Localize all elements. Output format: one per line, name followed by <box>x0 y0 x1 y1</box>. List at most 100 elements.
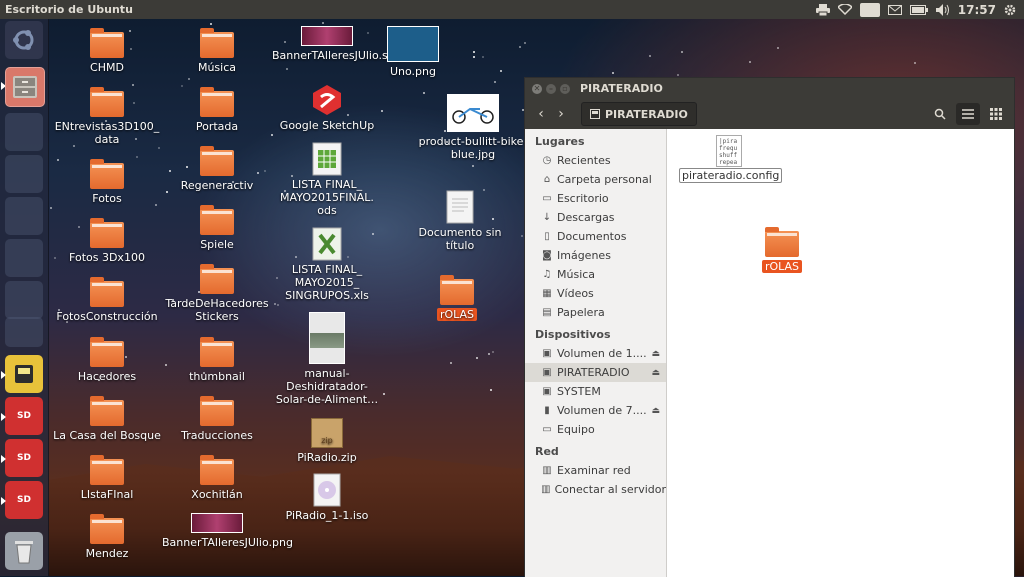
file-cabinet-icon <box>13 76 37 98</box>
desktop-image-file[interactable]: BannerTAlleresJUlio.png <box>162 513 293 549</box>
toolbar-right-group <box>928 103 1008 125</box>
sidebar-item-system[interactable]: ▣ SYSTEM <box>525 382 666 401</box>
desktop-icon-label: LISTA FINAL_ MAYO2015FINAL. ods <box>280 178 374 217</box>
launcher-app-faded-5[interactable] <box>5 281 43 319</box>
trash-icon: ▤ <box>542 307 552 318</box>
computer-icon: ▭ <box>542 424 552 435</box>
sketchup-icon <box>313 85 341 115</box>
desktop-folder[interactable]: Mendez <box>52 514 162 560</box>
desktop-folder[interactable]: CHMD <box>52 28 162 74</box>
window-titlebar[interactable]: ✕ – ▫ PIRATERADIO <box>525 78 1014 99</box>
eject-icon[interactable]: ⏏ <box>651 368 660 378</box>
eject-icon[interactable]: ⏏ <box>651 349 660 359</box>
banner-thumbnail-icon <box>191 513 243 533</box>
search-button[interactable] <box>928 103 952 125</box>
desktop-icon-label: Regeneractiv <box>180 179 254 192</box>
sd-card-launcher-button-3[interactable]: SD <box>5 481 43 519</box>
launcher-app-faded-4[interactable] <box>5 239 43 277</box>
printer-icon[interactable] <box>816 3 831 16</box>
running-indicator <box>1 497 6 505</box>
desktop-folder[interactable]: La Casa del Bosque <box>52 396 162 442</box>
mail-icon[interactable] <box>887 4 902 15</box>
desktop-folder[interactable]: rOLAS <box>402 275 512 321</box>
maximize-icon[interactable]: ▫ <box>560 83 570 94</box>
star <box>748 61 751 64</box>
sidebar-item-escritorio[interactable]: ▭ Escritorio <box>525 189 666 208</box>
sidebar-item-imagenes[interactable]: ◙ Imágenes <box>525 246 666 265</box>
ubuntu-dash-button[interactable] <box>5 21 43 59</box>
sd-card-launcher-button-2[interactable]: SD <box>5 439 43 477</box>
desktop-folder[interactable]: Traducciones <box>162 396 272 442</box>
desktop-folder[interactable]: Xochitlán <box>162 455 272 501</box>
file-manager-window: ✕ – ▫ PIRATERADIO ‹ › PIRATERADIO Lugare… <box>524 77 1015 577</box>
sidebar-item-carpeta-personal[interactable]: ⌂ Carpeta personal <box>525 170 666 189</box>
keyboard-layout-indicator[interactable]: Es <box>860 2 880 17</box>
sidebar-item-equipo[interactable]: ▭ Equipo <box>525 420 666 439</box>
sidebar-item-videos[interactable]: ▦ Vídeos <box>525 284 666 303</box>
desktop-folder[interactable]: Música <box>162 28 272 74</box>
file-item[interactable]: |pira frequ shuff repea pirateradio.conf… <box>679 135 783 183</box>
sidebar-item-volume-7[interactable]: ▮ Volumen de 7.... ⏏ <box>525 401 666 420</box>
desktop-spreadsheet-file[interactable]: LISTA FINAL_ MAYO2015FINAL. ods <box>272 142 382 217</box>
file-view[interactable]: |pira frequ shuff repea pirateradio.conf… <box>667 129 1014 577</box>
folder-icon <box>90 87 124 117</box>
desktop-spreadsheet-file[interactable]: LISTA FINAL_ MAYO2015_ SINGRUPOS.xls <box>272 227 382 302</box>
sidebar-item-recientes[interactable]: ◷ Recientes <box>525 151 666 170</box>
sidebar-item-papelera[interactable]: ▤ Papelera <box>525 303 666 322</box>
video-icon: ▦ <box>542 288 552 299</box>
desktop-folder[interactable]: thumbnail <box>162 337 272 383</box>
desktop-folder[interactable]: LIstaFInal <box>52 455 162 501</box>
wifi-icon[interactable] <box>838 4 853 15</box>
path-bar-button[interactable]: PIRATERADIO <box>581 102 697 126</box>
desktop-folder[interactable]: Fotos <box>52 159 162 205</box>
list-view-button[interactable] <box>956 103 980 125</box>
desktop-folder[interactable]: ENtrevistas3D100_ data <box>52 87 162 146</box>
desktop-folder[interactable]: Regeneractiv <box>162 146 272 192</box>
file-name: pirateradio.config <box>679 168 783 183</box>
desktop-image-file[interactable]: product-bullitt-bike-blue.jpg <box>418 94 528 161</box>
volume-icon[interactable] <box>935 3 950 16</box>
desktop-folder[interactable]: Fotos 3Dx100 <box>52 218 162 264</box>
sd-card-launcher-button-1[interactable]: SD <box>5 397 43 435</box>
close-icon[interactable]: ✕ <box>532 83 542 94</box>
desktop-folder[interactable]: Hacedores <box>52 337 162 383</box>
desktop-icon-label: Fotos 3Dx100 <box>69 251 145 264</box>
sidebar-item-pirateradio[interactable]: ▣ PIRATERADIO ⏏ <box>525 363 666 382</box>
sidebar-item-label: SYSTEM <box>557 385 601 398</box>
clock[interactable]: 17:57 <box>958 3 996 17</box>
desktop-document-file[interactable]: manual-Deshidratador-Solar-de-Aliment… <box>272 312 382 406</box>
desktop-folder[interactable]: Spiele <box>162 205 272 251</box>
launcher-app-faded-6[interactable] <box>5 317 43 347</box>
desktop-folder[interactable]: Portada <box>162 87 272 133</box>
grid-view-button[interactable] <box>984 103 1008 125</box>
forward-button[interactable]: › <box>551 103 571 125</box>
sidebar-item-volume-1[interactable]: ▣ Volumen de 1.... ⏏ <box>525 344 666 363</box>
files-launcher-button[interactable] <box>5 67 45 107</box>
desktop-folder[interactable]: FotosConstrucción <box>52 277 162 323</box>
desktop-archive-file[interactable]: zip PiRadio.zip <box>272 418 382 464</box>
launcher-app-faded-3[interactable] <box>5 197 43 235</box>
back-button[interactable]: ‹ <box>531 103 551 125</box>
file-name: rOLAS <box>761 260 803 273</box>
trash-launcher-button[interactable] <box>5 532 43 570</box>
minimize-icon[interactable]: – <box>546 83 556 94</box>
launcher-app-faded-2[interactable] <box>5 155 43 193</box>
excel-icon <box>312 227 342 261</box>
desktop-disc-image-file[interactable]: PiRadio_1-1.iso <box>272 473 382 522</box>
sidebar-item-descargas[interactable]: ↓ Descargas <box>525 208 666 227</box>
removable-drive-launcher-button[interactable] <box>5 355 43 393</box>
desktop-folder[interactable]: TardeDeHacedores Stickers <box>162 264 272 323</box>
sidebar-item-examinar-red[interactable]: ▥ Examinar red <box>525 461 666 480</box>
sidebar-item-conectar-servidor[interactable]: ▥ Conectar al servidor <box>525 480 666 499</box>
launcher-app-faded-1[interactable] <box>5 113 43 151</box>
desktop-document-file[interactable]: Documento sin título <box>405 190 515 252</box>
desktop-launcher-file[interactable]: Google SketchUp <box>272 83 382 132</box>
gear-icon[interactable] <box>1004 4 1016 16</box>
battery-icon[interactable] <box>909 4 928 15</box>
desktop-image-file[interactable]: Uno.png <box>358 26 468 78</box>
eject-icon[interactable]: ⏏ <box>651 406 660 416</box>
sidebar-item-documentos[interactable]: ▯ Documentos <box>525 227 666 246</box>
folder-item[interactable]: rOLAS <box>752 227 812 273</box>
star <box>482 56 485 59</box>
sidebar-item-musica[interactable]: ♫ Música <box>525 265 666 284</box>
